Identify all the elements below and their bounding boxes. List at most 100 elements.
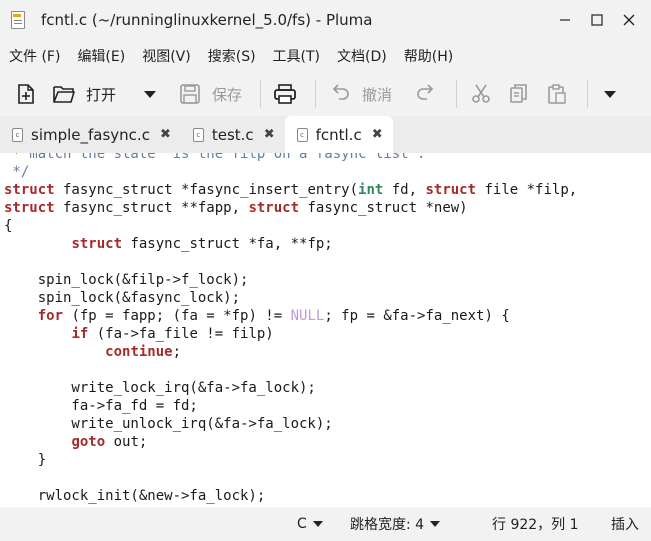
tab-fcntl[interactable]: c fcntl.c ✖ <box>284 116 393 153</box>
code-token: (fp = fapp; (fa = *fp) != <box>63 308 291 324</box>
new-document-icon <box>14 82 38 106</box>
tab-simple-fasync[interactable]: c simple_fasync.c ✖ <box>0 116 181 153</box>
code-line: if (fa->fa_file != filp) <box>4 325 577 343</box>
code-token: rwlock_init(&new->fa_lock); <box>4 488 266 504</box>
code-line: */ <box>4 163 577 181</box>
c-file-icon: c <box>192 127 204 142</box>
toolbar: 打开 保存 撤消 <box>0 72 651 116</box>
toolbar-separator <box>456 80 458 108</box>
paste-button[interactable] <box>541 78 573 110</box>
code-token: continue <box>105 344 173 360</box>
cursor-position-label: 行 922，列 1 <box>492 517 579 533</box>
tab-close-icon[interactable]: ✖ <box>264 127 275 142</box>
open-label: 打开 <box>86 85 117 104</box>
menu-documents[interactable]: 文档(D) <box>337 46 387 66</box>
window-title: fcntl.c (~/runninglinuxkernel_5.0/fs) - … <box>41 11 373 29</box>
code-token: write_lock_irq(&fa->fa_lock); <box>4 380 316 396</box>
language-selector[interactable]: C <box>297 507 323 541</box>
undo-button[interactable]: 撤消 <box>324 78 396 110</box>
copy-button[interactable] <box>503 78 535 110</box>
tab-label: test.c <box>211 125 254 144</box>
code-line: fa->fa_fd = fd; <box>4 397 577 415</box>
cut-button[interactable] <box>465 78 497 110</box>
code-line: rwlock_init(&new->fa_lock); <box>4 487 577 505</box>
document-tabs: c simple_fasync.c ✖ c test.c ✖ c fcntl.c… <box>0 116 651 153</box>
code-line: write_lock_irq(&fa->fa_lock); <box>4 379 577 397</box>
code-token: struct <box>425 182 477 198</box>
code-token: out; <box>105 434 148 450</box>
code-line: for (fp = fapp; (fa = *fp) != NULL; fp =… <box>4 307 577 325</box>
tab-close-icon[interactable]: ✖ <box>160 127 171 142</box>
save-icon <box>178 82 202 106</box>
code-token: fasync_struct **fapp, <box>54 200 249 216</box>
chevron-down-icon <box>312 521 323 527</box>
code-line: } <box>4 451 577 469</box>
tab-label: simple_fasync.c <box>31 125 150 144</box>
menu-file[interactable]: 文件 (F) <box>9 46 60 66</box>
code-token: NULL <box>290 308 325 324</box>
code-token: * match the state "is the filp on a fasy… <box>4 153 426 162</box>
maximize-icon <box>591 14 603 26</box>
code-token: spin_lock(&fasync_lock); <box>4 290 241 306</box>
save-label: 保存 <box>212 85 243 104</box>
insert-mode: 插入 <box>611 507 639 541</box>
language-label: C <box>297 516 307 532</box>
menu-search[interactable]: 搜索(S) <box>208 46 256 66</box>
code-token: write_unlock_irq(&fa->fa_lock); <box>4 416 333 432</box>
code-token: int <box>358 182 384 198</box>
new-document-button[interactable] <box>10 78 42 110</box>
code-token: { <box>4 218 13 234</box>
tab-test[interactable]: c test.c ✖ <box>181 116 285 153</box>
title-bar: fcntl.c (~/runninglinuxkernel_5.0/fs) - … <box>0 0 651 40</box>
close-icon <box>623 14 635 26</box>
code-token: goto <box>71 434 106 450</box>
redo-icon <box>414 82 438 106</box>
maximize-button[interactable] <box>581 0 613 40</box>
menu-view[interactable]: 视图(V) <box>142 46 191 66</box>
save-button[interactable]: 保存 <box>174 78 246 110</box>
tab-width-selector[interactable]: 跳格宽度: 4 <box>350 507 441 541</box>
menu-bar: 文件 (F) 编辑(E) 视图(V) 搜索(S) 工具(T) 文档(D) 帮助(… <box>0 40 651 72</box>
close-button[interactable] <box>613 0 645 40</box>
menu-tools[interactable]: 工具(T) <box>273 46 320 66</box>
insert-mode-label: 插入 <box>611 517 639 533</box>
cursor-position: 行 922，列 1 <box>492 507 579 541</box>
code-line: struct fasync_struct *fa, **fp; <box>4 235 577 253</box>
open-button[interactable]: 打开 <box>48 78 120 110</box>
print-button[interactable] <box>269 78 301 110</box>
scissors-icon <box>469 82 493 106</box>
menu-edit[interactable]: 编辑(E) <box>77 46 125 66</box>
code-line: continue; <box>4 343 577 361</box>
code-token: fa->fa_fd = fd; <box>4 398 198 414</box>
undo-label: 撤消 <box>362 85 393 104</box>
toolbar-separator <box>315 80 317 108</box>
menu-help[interactable]: 帮助(H) <box>404 46 453 66</box>
redo-button[interactable] <box>410 78 442 110</box>
code-text: * match the state "is the filp on a fasy… <box>4 153 577 505</box>
code-token: if <box>71 326 89 342</box>
chevron-down-icon <box>604 90 617 98</box>
code-token: struct <box>4 200 55 216</box>
code-editor[interactable]: * match the state "is the filp on a fasy… <box>0 153 651 507</box>
open-recent-dropdown[interactable] <box>140 78 160 110</box>
code-token: for <box>37 308 64 324</box>
status-bar: C 跳格宽度: 4 行 922，列 1 插入 <box>0 507 651 541</box>
tab-close-icon[interactable]: ✖ <box>372 127 383 142</box>
code-token: fasync_struct *fasync_insert_entry( <box>54 182 359 198</box>
code-line: write_unlock_irq(&fa->fa_lock); <box>4 415 577 433</box>
pluma-app-icon <box>11 11 27 29</box>
chevron-down-icon <box>430 521 441 527</box>
toolbar-overflow-dropdown[interactable] <box>600 78 620 110</box>
undo-icon <box>328 82 352 106</box>
code-token: */ <box>4 164 30 180</box>
minimize-button[interactable] <box>549 0 581 40</box>
code-token: fasync_struct *new) <box>299 200 468 216</box>
clipboard-icon <box>545 82 569 106</box>
